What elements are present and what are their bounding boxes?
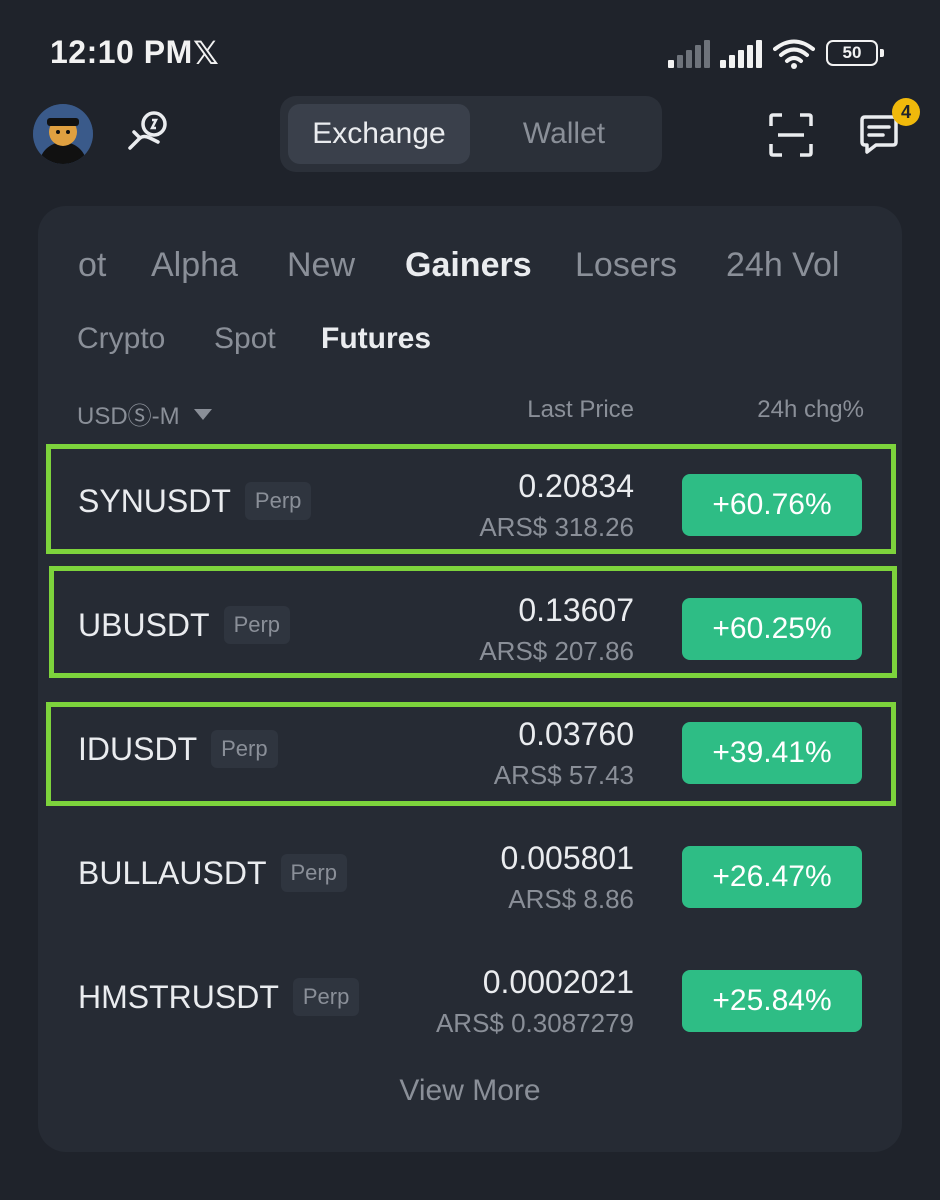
fiat-price: ARS$ 0.3087279 [435,1008,634,1038]
tab-alpha[interactable]: Alpha [151,246,238,285]
message-icon[interactable] [858,114,900,156]
view-more-link[interactable]: View More [38,1074,902,1108]
battery-level: 50 [842,43,862,62]
tab-losers[interactable]: Losers [575,246,677,285]
market-card: ot Alpha New Gainers Losers 24h Vol Cryp… [38,206,902,1152]
perp-tag: Perp [280,854,347,892]
table-row[interactable]: HMSTRUSDT Perp 0.0002021 ARS$ 0.3087279 +… [38,944,902,1054]
tab-hot[interactable]: ot [78,246,106,285]
table-row[interactable]: BULLAUSDT Perp 0.005801 ARS$ 8.86 +26.47% [38,820,902,930]
last-price: 0.0002021 [482,964,634,1000]
exchange-wallet-switch: Exchange Wallet [280,96,662,172]
signal-strength-icon [720,40,762,68]
wifi-icon [773,39,815,69]
scan-icon[interactable] [768,112,814,158]
status-time: 12:10 PM [50,34,193,70]
pair-symbol: HMSTRUSDT [78,979,279,1015]
change-badge[interactable]: +25.84% [682,970,862,1032]
highlight-box [46,444,896,554]
last-price: 0.005801 [500,840,634,876]
tab-exchange[interactable]: Exchange [288,104,470,164]
margin-filter-dropdown[interactable]: USDⓈ-M [77,396,212,431]
pair-symbol: BULLAUSDT [78,855,267,891]
chevron-down-icon [193,409,212,420]
highlight-box [49,566,897,678]
avatar-image [33,104,93,164]
perp-tag: Perp [292,978,360,1016]
change-header[interactable]: 24h chg% [757,396,864,424]
x-app-icon: 𝕏 [193,35,219,71]
tab-gainers[interactable]: Gainers [405,246,532,285]
tab-wallet[interactable]: Wallet [474,104,654,164]
tab-24h-vol[interactable]: 24h Vol [726,246,839,285]
change-badge[interactable]: +26.47% [682,846,862,908]
battery-icon: 50 [826,40,884,66]
last-price-header[interactable]: Last Price [527,396,634,424]
referral-reward-icon[interactable] [124,108,172,156]
fiat-price: ARS$ 8.86 [508,884,634,914]
subtab-spot[interactable]: Spot [214,322,276,356]
margin-filter-label: USDⓈ-M [77,403,180,430]
status-bar: 12:10 PM 𝕏 50 [0,0,940,100]
avatar[interactable] [33,104,93,164]
subtab-crypto[interactable]: Crypto [77,322,165,356]
highlight-box [46,702,896,806]
category-tabs: ot Alpha New Gainers Losers 24h Vol [38,246,854,290]
signal-strength-icon [668,40,710,68]
subtab-futures[interactable]: Futures [321,322,431,356]
notification-badge: 4 [892,98,920,126]
tab-new[interactable]: New [287,246,355,285]
